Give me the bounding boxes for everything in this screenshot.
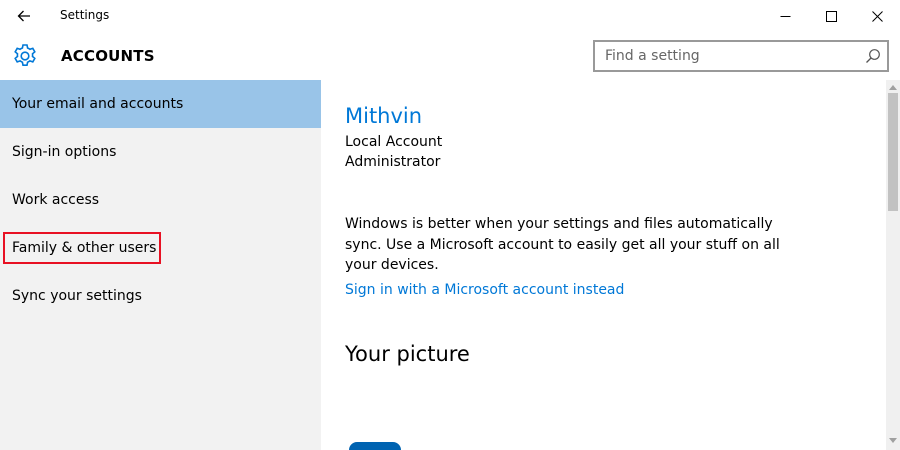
sidebar-item-label: Family & other users (12, 240, 157, 256)
sidebar-item-sync-settings[interactable]: Sync your settings (0, 272, 321, 320)
microsoft-signin-link[interactable]: Sign in with a Microsoft account instead (345, 282, 624, 298)
scroll-up-arrow-icon[interactable] (889, 84, 897, 90)
window-title: Settings (60, 8, 110, 22)
settings-window: Settings ACCOUNTS Find a setting Your em… (0, 0, 900, 450)
account-role: Administrator (345, 154, 441, 170)
sidebar-item-label: Work access (12, 192, 100, 208)
page-title: ACCOUNTS (61, 47, 155, 65)
page-header: ACCOUNTS (0, 32, 900, 80)
back-arrow-icon (17, 10, 30, 22)
account-type: Local Account (345, 134, 443, 150)
close-icon (871, 10, 883, 22)
search-input[interactable] (595, 42, 853, 70)
sidebar-item-family-other-users[interactable]: Family & other users (0, 224, 321, 272)
sidebar-item-email-accounts[interactable]: Your email and accounts (0, 80, 321, 128)
user-picture (349, 442, 401, 450)
close-button[interactable] (854, 0, 900, 32)
search-icon[interactable] (865, 48, 881, 64)
picture-heading: Your picture (345, 342, 470, 366)
search-box[interactable] (593, 40, 889, 72)
main-content: Mithvin Local Account Administrator Wind… (321, 80, 900, 450)
maximize-icon (825, 10, 837, 22)
sidebar: Your email and accounts Sign-in options … (0, 80, 321, 450)
title-bar: Settings (0, 0, 900, 32)
minimize-icon (780, 15, 790, 17)
gear-icon (14, 44, 36, 66)
scroll-down-arrow-icon[interactable] (889, 438, 897, 444)
maximize-button[interactable] (808, 0, 854, 32)
sidebar-item-label: Sync your settings (12, 288, 142, 304)
sidebar-item-sign-in-options[interactable]: Sign-in options (0, 128, 321, 176)
sidebar-item-work-access[interactable]: Work access (0, 176, 321, 224)
scrollbar[interactable] (886, 80, 900, 450)
window-controls (762, 0, 900, 32)
user-name: Mithvin (345, 104, 423, 128)
sidebar-item-label: Sign-in options (12, 144, 117, 160)
sidebar-item-label: Your email and accounts (12, 96, 184, 112)
sync-message: Windows is better when your settings and… (345, 216, 780, 273)
back-button[interactable] (8, 2, 40, 30)
minimize-button[interactable] (762, 0, 808, 32)
scroll-thumb[interactable] (888, 93, 898, 211)
